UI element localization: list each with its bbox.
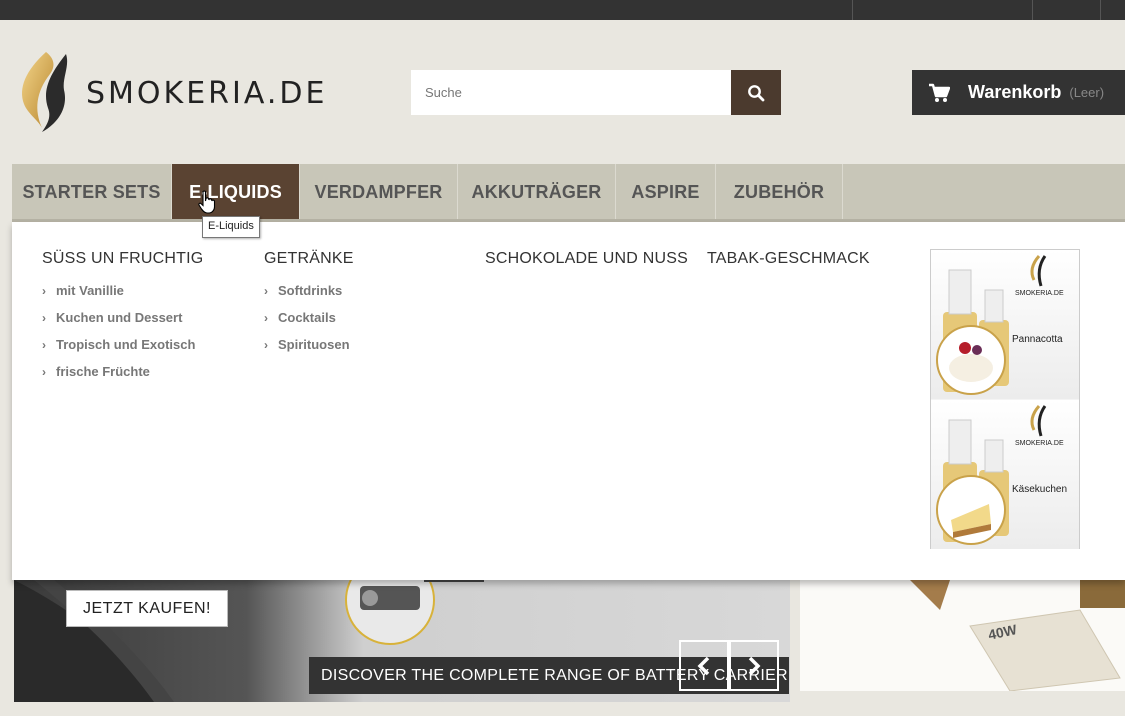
slider-prev-button[interactable] xyxy=(679,640,729,691)
search-input[interactable] xyxy=(411,70,731,115)
nav-item-aspire[interactable]: ASPIRE xyxy=(616,164,716,219)
menu-link-mit-vanillie[interactable]: › mit Vanillie xyxy=(42,282,203,309)
chevron-right-icon: › xyxy=(42,365,46,379)
menu-column-suess-und-fruchtig: SÜSS UN FRUCHTIG › mit Vanillie › Kuchen u… xyxy=(42,250,203,390)
e-liquids-mega-menu: SÜSS UN FRUCHTIG › mit Vanillie › Kuchen u… xyxy=(12,222,1125,580)
nav-item-verdampfer[interactable]: VERDAMPFER xyxy=(300,164,458,219)
chevron-right-icon: › xyxy=(264,284,268,298)
nav-item-e-liquids[interactable]: E-LIQUIDS xyxy=(172,164,300,219)
nav-item-starter-sets[interactable]: STARTER SETS xyxy=(12,164,172,219)
nav-item-akkutraeger[interactable]: AKKUTRÄGER xyxy=(458,164,616,219)
top-bar-divider xyxy=(852,0,853,20)
menu-link-cocktails[interactable]: › Cocktails xyxy=(264,309,354,336)
nav-item-zubehoer[interactable]: ZUBEHÖR xyxy=(716,164,843,219)
chevron-right-icon: › xyxy=(264,338,268,352)
nav-tooltip: E-Liquids xyxy=(202,216,260,238)
chevron-right-icon xyxy=(748,656,761,675)
menu-link-softdrinks[interactable]: › Softdrinks xyxy=(264,282,354,309)
menu-link-tropisch-und-exotisch[interactable]: › Tropisch und Exotisch xyxy=(42,336,203,363)
menu-promo-banner[interactable]: SMOKERIA.DE Pannacotta SMOKERIA.DE Käsek… xyxy=(930,249,1080,549)
menu-column-title[interactable]: TABAK-GESCHMACK xyxy=(707,250,870,268)
menu-column-schokolade-und-nuss: SCHOKOLADE UND NUSS xyxy=(485,250,688,282)
promo-label: Pannacotta xyxy=(1012,334,1063,345)
chevron-left-icon xyxy=(697,656,710,675)
flame-logo-icon xyxy=(22,52,68,132)
search-button[interactable] xyxy=(731,70,781,115)
menu-column-title[interactable]: SÜSS UN FRUCHTIG xyxy=(42,250,203,268)
cart-button[interactable]: Warenkorb (Leer) xyxy=(912,70,1125,115)
promo-brand: SMOKERIA.DE xyxy=(1015,440,1064,447)
menu-link-frische-fruechte[interactable]: › frische Früchte xyxy=(42,363,203,390)
slider-next-button[interactable] xyxy=(729,640,779,691)
promo-card-pannacotta[interactable]: SMOKERIA.DE Pannacotta xyxy=(931,250,1079,399)
cart-label: Warenkorb xyxy=(968,82,1062,102)
eliquid-bottles-pannacotta-image xyxy=(936,255,1047,395)
search-bar xyxy=(411,70,781,115)
menu-column-title[interactable]: GETRÄNKE xyxy=(264,250,354,268)
search-icon xyxy=(748,84,765,101)
site-logo[interactable]: SMOKERIA.DE xyxy=(16,48,376,134)
shopping-cart-icon xyxy=(929,83,950,102)
top-bar xyxy=(0,0,1125,20)
top-bar-divider xyxy=(1100,0,1101,20)
menu-column-title[interactable]: SCHOKOLADE UND NUSS xyxy=(485,250,688,268)
side-banner[interactable]: 40W xyxy=(800,580,1125,691)
menu-link-spirituosen[interactable]: › Spirituosen xyxy=(264,336,354,363)
chevron-right-icon: › xyxy=(42,284,46,298)
promo-brand: SMOKERIA.DE xyxy=(1015,290,1064,297)
eliquid-bottles-kaesekuchen-image xyxy=(936,405,1047,545)
chevron-right-icon: › xyxy=(42,338,46,352)
top-bar-divider xyxy=(1032,0,1033,20)
promo-card-kaesekuchen[interactable]: SMOKERIA.DE Käsekuchen xyxy=(931,400,1079,549)
side-banner-product-image xyxy=(910,580,1125,691)
jetzt-kaufen-button[interactable]: JETZT KAUFEN! xyxy=(66,590,228,627)
menu-column-getraenke: GETRÄNKE › Softdrinks › Cocktails › Spiritu… xyxy=(264,250,354,363)
chevron-right-icon: › xyxy=(42,311,46,325)
promo-label: Käsekuchen xyxy=(1012,484,1068,495)
menu-column-tabak-geschmack: TABAK-GESCHMACK xyxy=(707,250,870,282)
hand-cursor-icon xyxy=(198,190,216,214)
main-navigation: STARTER SETS E-LIQUIDS VERDAMPFER AKKUTR… xyxy=(12,164,1125,222)
brand-name: SMOKERIA.DE xyxy=(86,76,328,111)
chevron-right-icon: › xyxy=(264,311,268,325)
menu-link-kuchen-und-dessert[interactable]: › Kuchen und Dessert xyxy=(42,309,203,336)
cart-status: (Leer) xyxy=(1069,85,1105,100)
